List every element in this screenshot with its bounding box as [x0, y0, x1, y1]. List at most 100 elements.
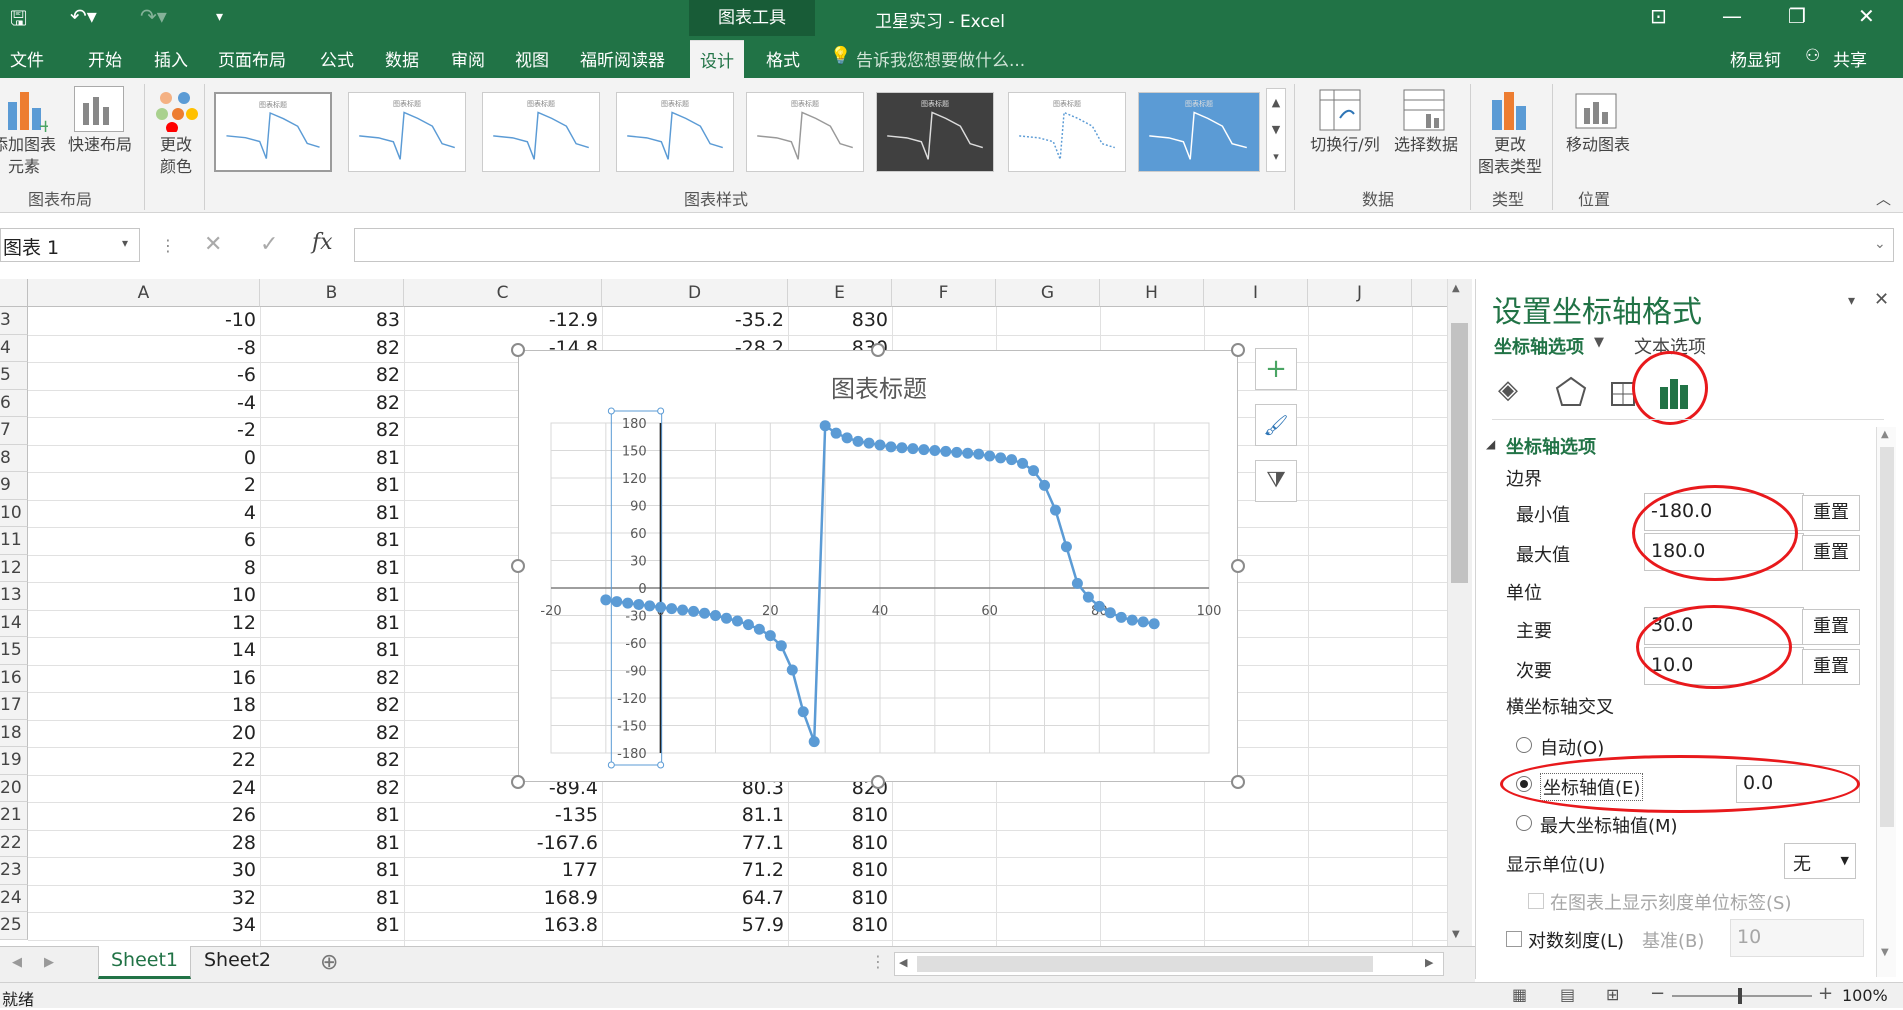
row-header[interactable]: 5 — [0, 362, 28, 390]
select-all-corner[interactable] — [0, 279, 28, 307]
formula-input[interactable] — [354, 228, 1894, 262]
save-icon[interactable]: 🖫 — [10, 4, 27, 38]
row-header[interactable]: 18 — [0, 719, 28, 747]
horizontal-scrollbar[interactable]: ◀ ▶ — [894, 952, 1444, 976]
pane-scroll-thumb[interactable] — [1880, 447, 1894, 827]
cell-b[interactable]: 81 — [200, 582, 400, 609]
min-reset-button[interactable]: 重置 — [1802, 495, 1860, 531]
pane-close-icon[interactable]: ✕ — [1874, 289, 1889, 310]
cell-b[interactable]: 82 — [200, 362, 400, 389]
row-header[interactable]: 22 — [0, 829, 28, 857]
cell-b[interactable]: 82 — [200, 335, 400, 362]
resize-handle[interactable] — [511, 343, 525, 357]
chart-filter-icon[interactable]: ⧩ — [1255, 460, 1297, 502]
cell-b[interactable]: 81 — [200, 857, 400, 884]
undo-icon[interactable]: ↶▾ — [70, 4, 97, 28]
column-header-e[interactable]: E — [788, 279, 892, 307]
row-header[interactable]: 16 — [0, 664, 28, 692]
resize-handle[interactable] — [871, 775, 885, 789]
zoom-level[interactable]: 100% — [1842, 986, 1888, 1005]
axis-options-dropdown-icon[interactable]: ▼ — [1594, 335, 1604, 350]
zoom-out-icon[interactable]: − — [1650, 983, 1665, 1004]
column-header-b[interactable]: B — [260, 279, 404, 307]
zoom-slider-thumb[interactable] — [1738, 988, 1742, 1004]
move-chart-icon[interactable] — [1574, 88, 1618, 132]
max-reset-button[interactable]: 重置 — [1802, 535, 1860, 571]
row-header[interactable]: 4 — [0, 334, 28, 362]
row-header[interactable]: 24 — [0, 884, 28, 912]
tab-foxit-reader[interactable]: 福昕阅读器 — [580, 46, 665, 71]
cell-c[interactable]: -12.9 — [398, 307, 598, 334]
cell-b[interactable]: 82 — [200, 775, 400, 802]
tab-format[interactable]: 格式 — [766, 46, 800, 71]
section-axis-options[interactable]: 坐标轴选项 — [1506, 433, 1596, 459]
minor-reset-button[interactable]: 重置 — [1802, 649, 1860, 685]
collapse-ribbon-icon[interactable]: ︿ — [1876, 188, 1891, 209]
add-chart-element-icon[interactable]: + — [4, 88, 53, 137]
row-header[interactable]: 15 — [0, 637, 28, 665]
cell-b[interactable]: 81 — [200, 802, 400, 829]
expand-formula-icon[interactable]: ⌄ — [1874, 236, 1886, 252]
cell-c[interactable]: -135 — [398, 802, 598, 829]
scroll-down-icon[interactable]: ▼ — [1452, 929, 1460, 940]
redo-icon[interactable]: ↷▾ — [140, 4, 167, 28]
log-scale-checkbox[interactable] — [1506, 931, 1522, 947]
pane-scrollbar[interactable]: ▲ ▼ — [1876, 427, 1896, 977]
cell-b[interactable]: 81 — [200, 555, 400, 582]
styles-scroll-icon[interactable]: ▲ ▼ ▾ — [1266, 88, 1286, 172]
section-collapse-icon[interactable]: ◢ — [1486, 437, 1495, 451]
show-units-label-checkbox[interactable] — [1528, 893, 1544, 909]
resize-handle[interactable] — [1231, 775, 1245, 789]
quick-layout-icon[interactable] — [74, 86, 124, 132]
zoom-in-icon[interactable]: + — [1818, 983, 1833, 1004]
chart-style-4[interactable]: 图表标题 — [616, 92, 734, 172]
restore-icon[interactable]: ❐ — [1788, 4, 1806, 28]
cell-b[interactable]: 82 — [200, 747, 400, 774]
chart-style-7[interactable]: 图表标题 — [1008, 92, 1126, 172]
row-header[interactable]: 8 — [0, 444, 28, 472]
share-button[interactable]: 共享 — [1833, 46, 1867, 71]
change-colors-button[interactable]: 更改 颜色 — [140, 134, 212, 178]
pane-options-icon[interactable]: ▾ — [1848, 293, 1855, 309]
prev-sheet-icon[interactable]: ◀ — [12, 955, 22, 970]
change-chart-type-icon[interactable] — [1488, 88, 1532, 132]
column-header-d[interactable]: D — [602, 279, 788, 307]
customize-qat-icon[interactable]: ▾ — [216, 9, 223, 25]
cell-c[interactable]: 168.9 — [398, 885, 598, 912]
namebox-dropdown-icon[interactable]: ▾ — [122, 236, 128, 250]
close-icon[interactable]: ✕ — [1858, 4, 1875, 28]
sheet-tab-sheet1[interactable]: Sheet1 — [98, 946, 192, 979]
cell-b[interactable]: 81 — [200, 500, 400, 527]
tab-data[interactable]: 数据 — [385, 46, 419, 71]
row-header[interactable]: 25 — [0, 912, 28, 940]
cell-b[interactable]: 82 — [200, 665, 400, 692]
resize-handle[interactable] — [511, 559, 525, 573]
move-chart-button[interactable]: 移动图表 — [1558, 134, 1638, 156]
effects-icon[interactable] — [1554, 375, 1590, 409]
major-reset-button[interactable]: 重置 — [1802, 609, 1860, 645]
quick-layout-button[interactable]: 快速布局 — [64, 134, 136, 156]
next-sheet-icon[interactable]: ▶ — [44, 955, 54, 970]
row-header[interactable]: 9 — [0, 472, 28, 500]
row-header[interactable]: 23 — [0, 857, 28, 885]
scroll-up-icon[interactable]: ▲ — [1452, 283, 1460, 294]
tab-page-layout[interactable]: 页面布局 — [218, 46, 286, 71]
change-colors-icon[interactable] — [154, 88, 198, 134]
cancel-icon[interactable]: ✕ — [204, 232, 222, 257]
auto-radio-label[interactable]: 自动(O) — [1540, 734, 1604, 760]
row-header[interactable]: 12 — [0, 554, 28, 582]
chart-style-6[interactable]: 图表标题 — [876, 92, 994, 172]
cell-b[interactable]: 81 — [200, 445, 400, 472]
scroll-left-icon[interactable]: ◀ — [899, 956, 907, 969]
select-data-icon[interactable] — [1402, 88, 1446, 132]
display-units-select[interactable]: 无 ▼ — [1784, 843, 1856, 879]
cell-b[interactable]: 81 — [200, 610, 400, 637]
scroll-right-icon[interactable]: ▶ — [1425, 956, 1433, 969]
pane-scroll-down-icon[interactable]: ▼ — [1881, 947, 1889, 958]
cell-b[interactable]: 81 — [200, 472, 400, 499]
max-axis-radio-label[interactable]: 最大坐标轴值(M) — [1540, 812, 1678, 838]
chart-elements-plus-icon[interactable]: + — [1255, 348, 1297, 390]
cell-b[interactable]: 82 — [200, 390, 400, 417]
tab-splitter-icon[interactable]: ⋮ — [870, 952, 886, 971]
column-header-c[interactable]: C — [404, 279, 602, 307]
